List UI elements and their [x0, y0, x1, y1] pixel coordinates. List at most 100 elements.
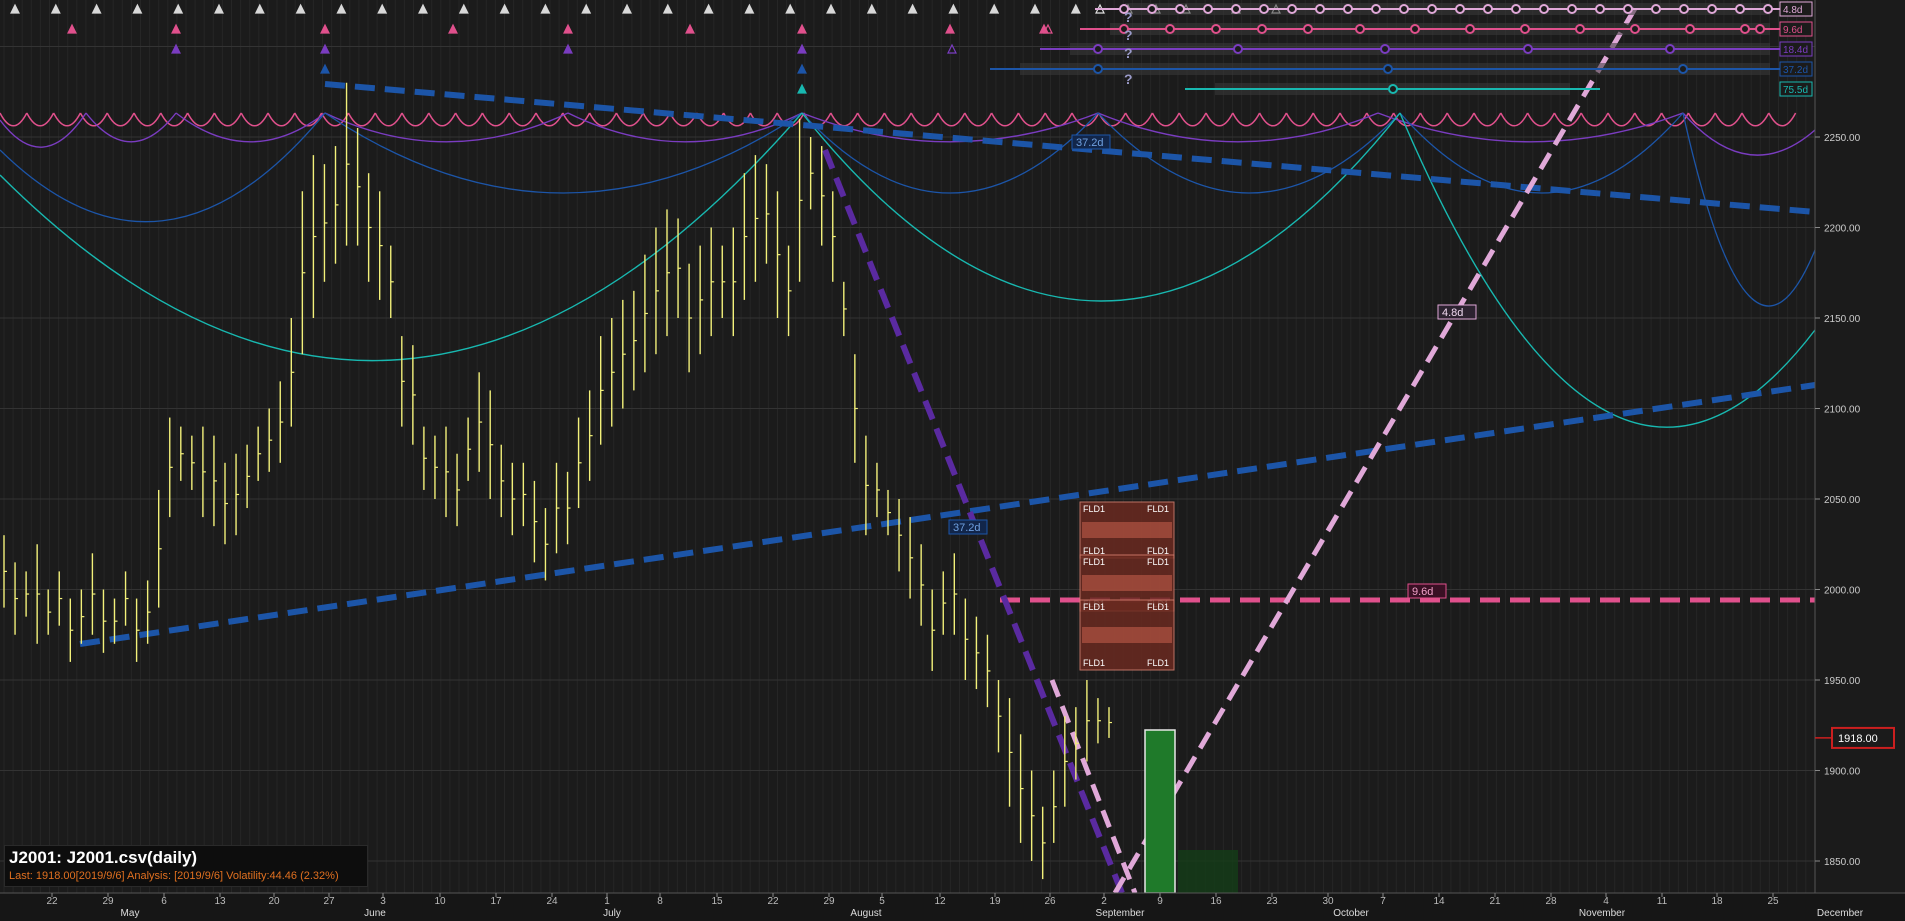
cycle-period-dot — [1623, 4, 1633, 14]
x-tick-label: 14 — [1433, 896, 1445, 907]
cycle-period-dot — [1755, 24, 1765, 34]
cycle-period-dot — [1399, 4, 1409, 14]
cycle-period-dot — [1678, 64, 1688, 74]
x-month-label: September — [1096, 908, 1146, 919]
label-37-2d-lower-text: 37.2d — [953, 522, 981, 534]
x-tick-label: 29 — [102, 896, 114, 907]
cycle-period-dot — [1093, 64, 1103, 74]
x-tick-label: 3 — [380, 896, 386, 907]
y-tick-label: 2250.00 — [1824, 133, 1861, 144]
cycle-uncertain-mark: ? — [1124, 71, 1133, 87]
cycle-period-dot — [1707, 4, 1717, 14]
cycle-uncertain-mark: ? — [1124, 45, 1133, 61]
x-month-label: June — [364, 908, 386, 919]
x-tick-label: 30 — [1322, 896, 1334, 907]
cycle-name-label: 75.5d — [1783, 85, 1808, 96]
x-tick-label: 18 — [1711, 896, 1723, 907]
fld-label: FLD1 — [1147, 658, 1169, 668]
x-tick-label: 28 — [1545, 896, 1557, 907]
cycle-period-dot — [1685, 24, 1695, 34]
label-9-6d-text: 9.6d — [1412, 586, 1433, 598]
fld-label: FLD1 — [1083, 504, 1105, 514]
cycle-period-dot — [1465, 24, 1475, 34]
projection-shadow — [1178, 850, 1238, 893]
x-tick-label: 1 — [604, 896, 610, 907]
fld-label: FLD1 — [1147, 557, 1169, 567]
x-tick-label: 22 — [767, 896, 779, 907]
cycle-period-dot — [1520, 24, 1530, 34]
cycle-period-dot — [1355, 24, 1365, 34]
y-tick-label: 1900.00 — [1824, 767, 1861, 778]
fld-label: FLD1 — [1083, 658, 1105, 668]
x-tick-label: 15 — [711, 896, 723, 907]
cycle-name-label: 4.8d — [1783, 5, 1802, 16]
cycle-period-dot — [1740, 24, 1750, 34]
y-tick-label: 2150.00 — [1824, 314, 1861, 325]
x-tick-label: 20 — [268, 896, 280, 907]
x-tick-label: 22 — [46, 896, 58, 907]
fld-label: FLD1 — [1147, 602, 1169, 612]
x-tick-label: 7 — [1380, 896, 1386, 907]
x-month-label: November — [1579, 908, 1626, 919]
cycle-period-dot — [1287, 4, 1297, 14]
x-tick-label: 21 — [1489, 896, 1501, 907]
x-month-label: August — [850, 908, 881, 919]
cycle-period-dot — [1427, 4, 1437, 14]
x-tick-label: 24 — [546, 896, 558, 907]
cycle-period-dot — [1147, 4, 1157, 14]
x-tick-label: 23 — [1266, 896, 1278, 907]
cycle-period-dot — [1567, 4, 1577, 14]
label-4-8d: 4.8d — [1437, 304, 1477, 320]
y-tick-label: 2050.00 — [1824, 495, 1861, 506]
y-tick-label: 1950.00 — [1824, 676, 1861, 687]
projection-box — [1144, 729, 1176, 894]
cycle-period-dot — [1679, 4, 1689, 14]
y-axis: 1850.00 1900.00 1950.00 2000.00 2050.00 2100.… — [1814, 0, 1905, 921]
label-37-2d-upper: 37.2d — [1071, 134, 1111, 150]
x-month-label: October — [1333, 908, 1369, 919]
y-tick-label: 2000.00 — [1824, 586, 1861, 597]
status-line: Last: 1918.00[2019/9/6] Analysis: [2019/… — [9, 870, 339, 882]
cycle-chart[interactable]: 37.2d 37.2d 9.6d 4.8d FLD1 FLD1 FLD1 FLD1 FLD1 F… — [0, 0, 1905, 921]
cycle-name-label: 9.6d — [1783, 25, 1802, 36]
cycle-period-dot — [1203, 4, 1213, 14]
x-tick-label: 25 — [1767, 896, 1779, 907]
cycle-period-dot — [1575, 24, 1585, 34]
cycle-period-dot — [1343, 4, 1353, 14]
x-tick-label: 26 — [1044, 896, 1056, 907]
x-axis: 22 29 6 13 20 27 3 10 17 24 1 8 15 22 29 5 12 19 26 2 9 16 23 3… — [0, 892, 1905, 921]
cycle-period-dot — [1259, 4, 1269, 14]
cycle-period-dot — [1388, 84, 1398, 94]
cycle-period-dot — [1315, 4, 1325, 14]
cycle-period-dot — [1303, 24, 1313, 34]
fld-box-band — [1082, 575, 1172, 591]
cycle-period-dot — [1595, 4, 1605, 14]
fld-label: FLD1 — [1147, 504, 1169, 514]
cycle-period-dot — [1410, 24, 1420, 34]
x-tick-label: 12 — [934, 896, 946, 907]
x-tick-label: 27 — [323, 896, 335, 907]
x-tick-label: 2 — [1101, 896, 1107, 907]
cycle-period-dot — [1455, 4, 1465, 14]
cycle-period-dot — [1735, 4, 1745, 14]
label-37-2d-lower: 37.2d — [948, 519, 988, 535]
label-9-6d: 9.6d — [1407, 583, 1447, 599]
cycle-period-dot — [1630, 24, 1640, 34]
cycle-uncertain-mark: ? — [1124, 9, 1133, 25]
cycle-period-dot — [1483, 4, 1493, 14]
x-tick-label: 29 — [823, 896, 835, 907]
cycle-period-dot — [1211, 24, 1221, 34]
y-tick-label: 2200.00 — [1824, 224, 1861, 235]
cycle-period-dot — [1380, 44, 1390, 54]
cycle-period-dot — [1511, 4, 1521, 14]
cycle-period-dot — [1665, 44, 1675, 54]
cycle-period-dot — [1539, 4, 1549, 14]
fld-box-band — [1082, 627, 1172, 643]
cycle-name-label: 37.2d — [1783, 65, 1808, 76]
cycle-period-dot — [1371, 4, 1381, 14]
chart-title: J2001: J2001.csv(daily) — [9, 848, 198, 867]
cycle-period-dot — [1257, 24, 1267, 34]
x-tick-label: 10 — [434, 896, 446, 907]
x-month-label: May — [121, 908, 140, 919]
x-tick-label: 5 — [879, 896, 885, 907]
